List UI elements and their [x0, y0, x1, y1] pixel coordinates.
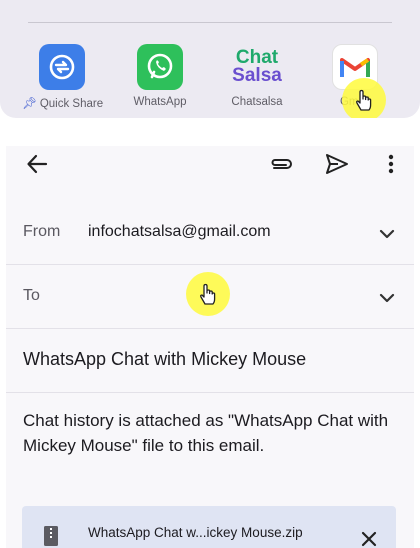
subject-divider: [6, 392, 414, 393]
send-icon: [326, 154, 348, 174]
more-options-button[interactable]: [376, 149, 406, 179]
attach-button[interactable]: [266, 149, 296, 179]
attachment-name: WhatsApp Chat w...ickey Mouse.zip: [88, 525, 303, 540]
chevron-down-icon[interactable]: [376, 287, 398, 309]
gap-strip: [0, 118, 420, 146]
send-button[interactable]: [322, 149, 352, 179]
touch-indicator: [342, 78, 386, 122]
attachment-chip[interactable]: WhatsApp Chat w...ickey Mouse.zip: [22, 506, 396, 548]
share-target-whatsapp[interactable]: WhatsApp: [120, 44, 200, 108]
sheet-divider: [28, 22, 392, 23]
touch-indicator: [186, 272, 230, 316]
from-label: From: [23, 223, 61, 240]
compose-screen: From infochatsalsa@gmail.com To WhatsApp…: [6, 146, 414, 548]
share-target-label: 📌︎ Quick Share: [22, 98, 104, 110]
share-target-label: WhatsApp: [133, 96, 187, 108]
subject-field[interactable]: WhatsApp Chat with Mickey Mouse: [23, 349, 306, 370]
arrow-back-icon: [27, 154, 48, 174]
close-icon[interactable]: [358, 528, 380, 548]
whatsapp-icon: [137, 44, 183, 90]
more-vert-icon: [388, 154, 394, 174]
to-field-row[interactable]: To: [6, 267, 414, 329]
from-value: infochatsalsa@gmail.com: [88, 223, 271, 240]
chatsalsa-logo-icon: Chat Salsa: [232, 47, 282, 86]
pointer-hand-icon: [356, 89, 372, 111]
share-target-chatsalsa[interactable]: Chat Salsa Chatsalsa: [217, 44, 297, 108]
share-target-label: Chatsalsa: [231, 96, 283, 108]
pin-icon: 📌︎: [22, 98, 37, 110]
from-field-row[interactable]: From infochatsalsa@gmail.com: [6, 203, 414, 265]
share-target-quick-share[interactable]: 📌︎ Quick Share: [22, 44, 104, 110]
paperclip-icon: [271, 159, 292, 169]
compose-toolbar: [6, 146, 414, 182]
to-label: To: [23, 287, 40, 304]
chevron-down-icon[interactable]: [376, 223, 398, 245]
pointer-hand-icon: [200, 283, 216, 305]
compose-body[interactable]: Chat history is attached as "WhatsApp Ch…: [23, 408, 401, 458]
zip-file-icon: [44, 526, 58, 546]
quick-share-icon: [39, 44, 85, 90]
share-sheet: 📌︎ Quick Share WhatsApp Chat Salsa Chats…: [0, 0, 420, 122]
back-button[interactable]: [22, 149, 52, 179]
